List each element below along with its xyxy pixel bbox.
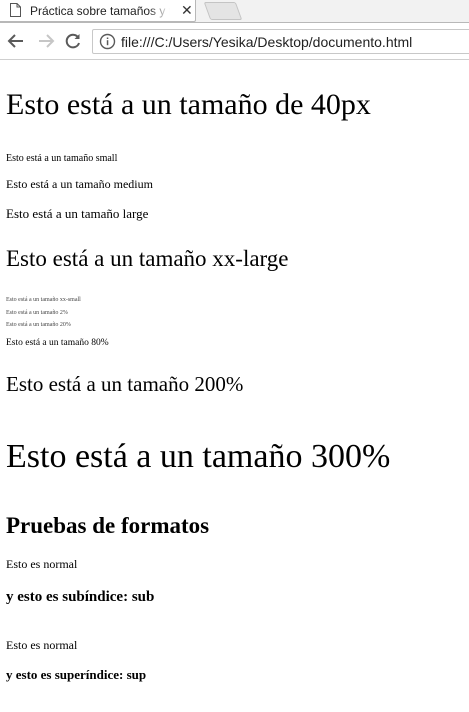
text-size-2-percent: Esto está a un tamaño 2% <box>6 310 68 316</box>
text-size-xx-large: Esto está a un tamaño xx-large <box>6 246 289 271</box>
page-content: Esto está a un tamaño de 40px Esto está … <box>0 0 469 712</box>
text-size-large: Esto está a un tamaño large <box>6 206 149 221</box>
formats-heading: Pruebas de formatos <box>6 513 210 538</box>
text-size-small: Esto está a un tamaño small <box>6 153 118 164</box>
subscript-text: y esto es subíndice: sub <box>6 589 155 605</box>
normal-text-2: Esto es normal <box>6 638 78 652</box>
text-size-xx-small: Esto está a un tamaño xx-small <box>6 297 81 303</box>
text-size-medium: Esto está a un tamaño medium <box>6 177 153 191</box>
normal-text-1: Esto es normal <box>6 557 78 571</box>
superscript-text: y esto es superíndice: sup <box>6 667 147 682</box>
text-size-40px: Esto está a un tamaño de 40px <box>6 88 371 121</box>
text-size-200-percent: Esto está a un tamaño 200% <box>6 372 244 396</box>
text-size-300-percent: Esto está a un tamaño 300% <box>6 438 391 475</box>
text-size-20-percent: Esto está a un tamaño 20% <box>6 322 71 328</box>
text-size-80-percent: Esto está a un tamaño 80% <box>6 338 109 348</box>
